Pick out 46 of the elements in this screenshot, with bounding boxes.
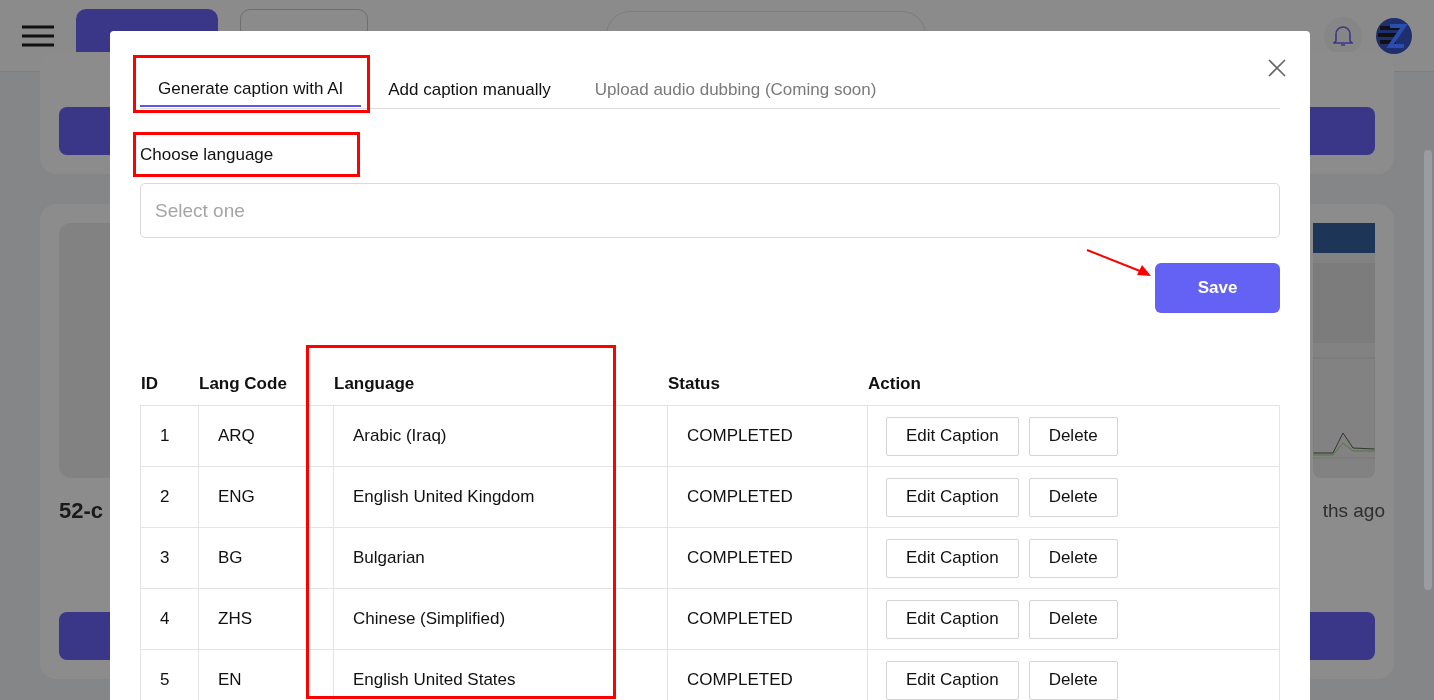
scrollbar[interactable] <box>1424 150 1432 590</box>
table-cell: 2 <box>140 466 198 527</box>
table-cell: English United Kingdom <box>333 466 667 527</box>
column-header: Status <box>667 373 721 395</box>
table-cell: English United States <box>333 649 667 700</box>
edit-caption-button[interactable]: Edit Caption <box>886 599 1019 639</box>
table-cell: ZHS <box>198 588 333 649</box>
column-header: Language <box>333 373 416 395</box>
table-cell: COMPLETED <box>667 649 867 700</box>
table-cell: BG <box>198 527 333 588</box>
edit-caption-button[interactable]: Edit Caption <box>886 477 1019 517</box>
arrow <box>1085 248 1152 278</box>
delete-button[interactable]: Delete <box>1028 477 1118 517</box>
table-cell: 3 <box>140 527 198 588</box>
table-cell: 1 <box>140 405 198 466</box>
delete-button[interactable]: Delete <box>1028 599 1118 639</box>
tab[interactable]: Add caption manually <box>370 59 569 108</box>
table-cell: COMPLETED <box>667 405 867 466</box>
table-cell: Arabic (Iraq) <box>333 405 667 466</box>
bell-icon[interactable] <box>1324 16 1362 55</box>
save-button[interactable]: Save <box>1155 263 1280 313</box>
language-select[interactable]: Select one <box>140 183 1280 238</box>
edit-caption-button[interactable]: Edit Caption <box>886 538 1019 578</box>
table-cell: COMPLETED <box>667 588 867 649</box>
delete-button[interactable]: Delete <box>1028 660 1118 700</box>
table-cell: COMPLETED <box>667 527 867 588</box>
table-cell: COMPLETED <box>667 466 867 527</box>
delete-button[interactable]: Delete <box>1028 538 1118 578</box>
column-header: Lang Code <box>198 373 288 395</box>
edit-caption-button[interactable]: Edit Caption <box>886 416 1019 456</box>
card-title: 52-c <box>59 498 104 524</box>
avatar-icon[interactable] <box>1376 17 1412 54</box>
column-header: ID <box>140 373 159 395</box>
table-cell: Chinese (Simplified) <box>333 588 667 649</box>
edit-caption-button[interactable]: Edit Caption <box>886 660 1019 700</box>
table-cell: ENG <box>198 466 333 527</box>
table-cell: Bulgarian <box>333 527 667 588</box>
table-cell: 4 <box>140 588 198 649</box>
field-label: Choose language <box>140 144 274 165</box>
card-time: ths ago <box>1322 500 1385 522</box>
delete-button[interactable]: Delete <box>1028 416 1118 456</box>
table-cell: 5 <box>140 649 198 700</box>
menu-icon[interactable] <box>22 24 54 47</box>
column-header: Action <box>867 373 922 395</box>
tab[interactable]: Generate caption with AI <box>140 58 362 107</box>
table-cell: ARQ <box>198 405 333 466</box>
